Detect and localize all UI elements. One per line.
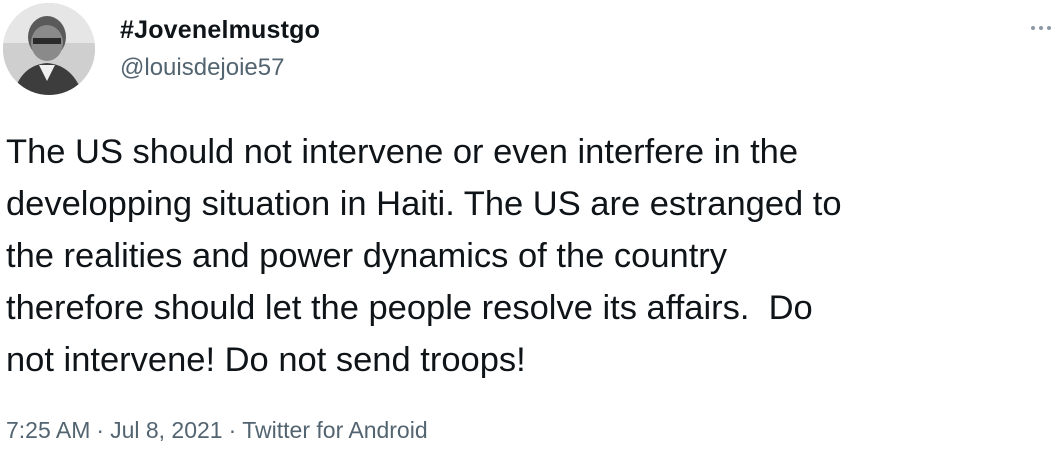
tweet-source[interactable]: Twitter for Android [242,417,427,443]
tweet-text: The US should not intervene or even inte… [6,133,842,379]
meta-separator: · [228,417,237,443]
tweet-metadata: 7:25 AM · Jul 8, 2021 · Twitter for Android [6,415,428,445]
more-dot [1047,26,1051,30]
user-handle[interactable]: @louisdejoie57 [120,53,320,83]
avatar[interactable] [3,3,95,95]
more-dot [1031,26,1035,30]
more-options-icon[interactable] [1011,18,1051,38]
tweet-time[interactable]: 7:25 AM [6,417,90,443]
meta-separator: · [96,417,105,443]
tweet-card: #Jovenelmustgo @louisdejoie57 The US sho… [0,0,1057,453]
tweet-header: #Jovenelmustgo @louisdejoie57 [120,15,320,83]
avatar-image [3,3,95,95]
display-name[interactable]: #Jovenelmustgo [120,15,320,45]
tweet-date[interactable]: Jul 8, 2021 [110,417,223,443]
more-dot [1039,26,1043,30]
